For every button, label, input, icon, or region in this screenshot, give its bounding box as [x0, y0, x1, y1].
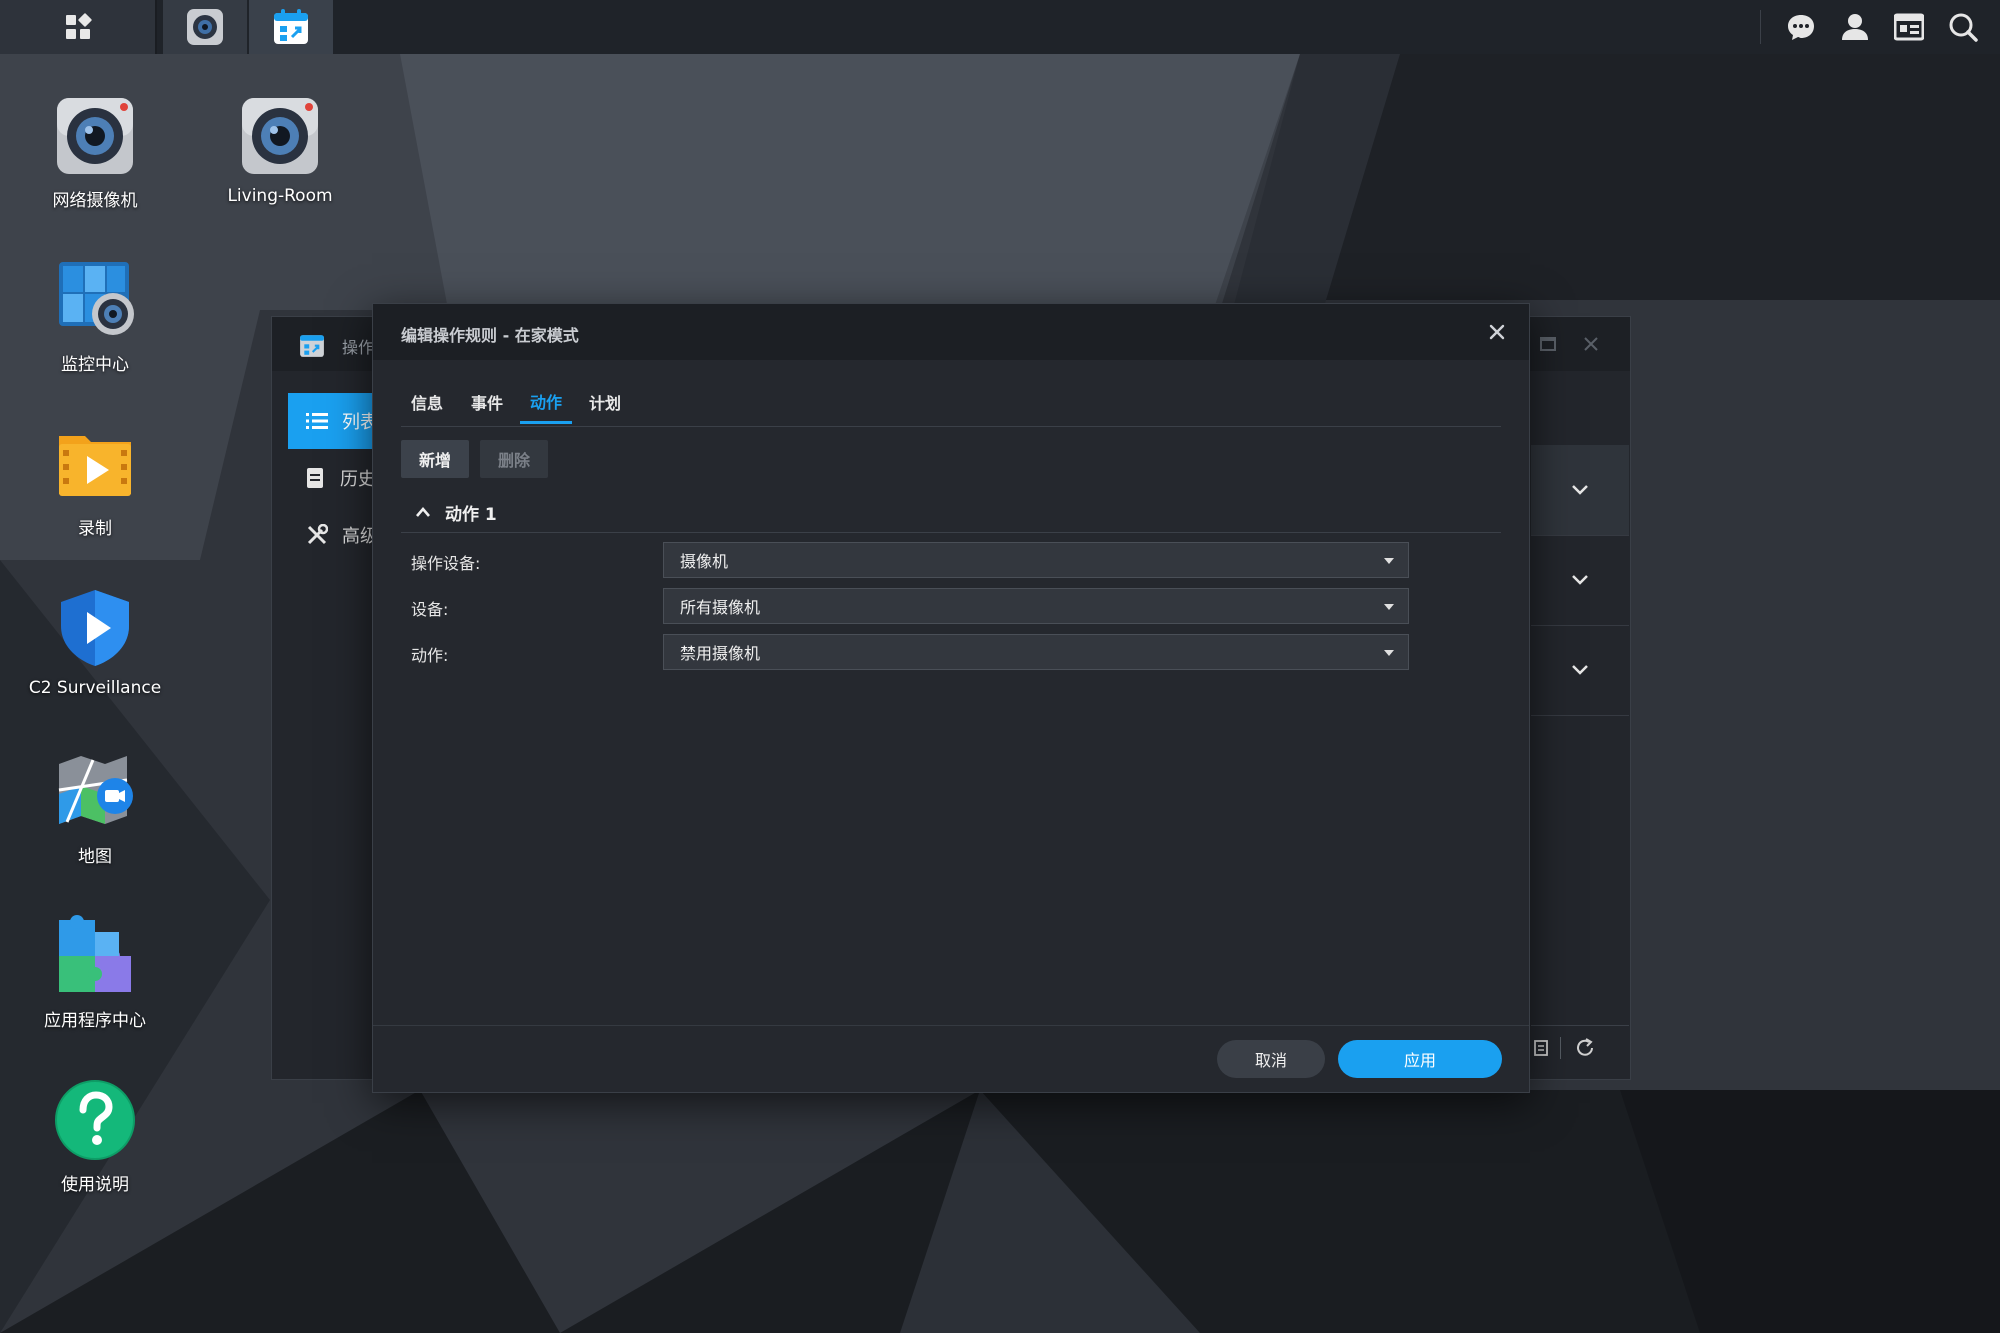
window-close-icon[interactable] — [1584, 337, 1598, 351]
chevron-down-icon — [1572, 665, 1588, 675]
taskbar — [0, 0, 2000, 54]
desktop-icon-living-room[interactable]: Living-Room — [190, 94, 370, 206]
device-value: 所有摄像机 — [680, 598, 761, 617]
camera-app-icon — [187, 9, 223, 45]
device-select[interactable]: 所有摄像机 — [663, 588, 1409, 624]
history-document-icon — [307, 468, 323, 488]
action-section-header[interactable]: 动作 1 — [401, 492, 1501, 533]
tab-schedule[interactable]: 计划 — [579, 380, 631, 424]
device-type-label: 操作设备: — [411, 554, 481, 573]
window-title: 操作 — [342, 338, 375, 357]
action-section-title: 动作 1 — [445, 504, 497, 525]
camera-icon — [238, 94, 322, 178]
sidebar-item-label: 历史 — [340, 469, 376, 490]
delete-button[interactable]: 删除 — [480, 440, 549, 478]
search-button[interactable] — [1946, 10, 1980, 44]
close-icon — [1489, 324, 1505, 340]
desktop-icon-label: C2 Surveillance — [28, 678, 162, 698]
footer-divider — [1531, 1025, 1629, 1026]
ip-camera-icon — [53, 94, 137, 178]
desktop-icon-recording[interactable]: 录制 — [5, 422, 185, 539]
action-label: 动作: — [411, 646, 449, 665]
search-icon — [1949, 13, 1978, 42]
widgets-button[interactable] — [1892, 10, 1926, 44]
add-button[interactable]: 新增 — [401, 440, 470, 478]
item-count-icon — [1534, 1040, 1548, 1056]
dialog-close-button[interactable] — [1483, 318, 1511, 346]
apply-button[interactable]: 应用 — [1338, 1040, 1502, 1078]
help-icon — [53, 1078, 137, 1162]
desktop-icon-monitor-center[interactable]: 监控中心 — [5, 258, 185, 375]
dialog-title: 编辑操作规则 - 在家模式 — [401, 326, 579, 345]
taskbar-separator — [1760, 10, 1761, 44]
action-rule-app-icon — [274, 9, 308, 44]
chevron-up-icon — [416, 507, 430, 517]
taskbar-surveillance-button[interactable] — [163, 0, 247, 54]
desktop-icon-package-center[interactable]: 应用程序中心 — [5, 914, 185, 1031]
refresh-icon[interactable] — [1574, 1037, 1596, 1059]
tab-info[interactable]: 信息 — [401, 380, 453, 424]
desktop-icon-ip-camera[interactable]: 网络摄像机 — [5, 94, 185, 211]
user-icon — [1842, 14, 1868, 40]
desktop-icon-label: 监控中心 — [61, 355, 129, 375]
desktop-icon-c2-surveillance[interactable]: C2 Surveillance — [5, 586, 185, 698]
main-menu-button[interactable] — [0, 0, 157, 54]
action-rule-app-icon — [300, 335, 324, 357]
dialog-footer: 取消 应用 — [373, 1025, 1529, 1092]
tab-event[interactable]: 事件 — [461, 380, 513, 424]
desktop-icon-label: 网络摄像机 — [52, 191, 138, 211]
chevron-down-icon — [1572, 485, 1588, 495]
tools-icon — [307, 524, 328, 545]
chat-icon — [1788, 15, 1814, 40]
chat-button[interactable] — [1784, 10, 1818, 44]
desktop-icon-label: 录制 — [78, 519, 112, 539]
widgets-icon — [1894, 13, 1924, 41]
device-type-value: 摄像机 — [680, 552, 729, 571]
rule-row[interactable] — [1531, 445, 1629, 536]
dropdown-caret-icon — [1384, 604, 1394, 610]
desktop-icon-label: 地图 — [78, 847, 112, 867]
device-type-select[interactable]: 摄像机 — [663, 542, 1409, 578]
user-button[interactable] — [1838, 10, 1872, 44]
dialog-header: 编辑操作规则 - 在家模式 — [373, 304, 1529, 360]
desktop-icon-map[interactable]: 地图 — [5, 750, 185, 867]
rule-row[interactable] — [1531, 535, 1629, 626]
recording-folder-icon — [53, 422, 137, 506]
dialog-tabs: 信息 事件 动作 计划 — [401, 380, 1501, 427]
desktop-icon-help[interactable]: 使用说明 — [5, 1078, 185, 1195]
puzzle-icon — [53, 914, 137, 998]
desktop-icon-label: Living-Room — [227, 186, 333, 206]
main-menu-icon — [65, 13, 92, 39]
map-icon — [53, 750, 137, 834]
tab-action[interactable]: 动作 — [520, 380, 573, 424]
toolbar-separator — [1560, 1037, 1561, 1059]
c2-shield-icon — [53, 586, 137, 670]
dropdown-caret-icon — [1384, 650, 1394, 656]
chevron-down-icon — [1572, 575, 1588, 585]
edit-action-rule-dialog: 编辑操作规则 - 在家模式 信息 事件 动作 计划 新增 删除 动作 1 操作设… — [372, 303, 1530, 1093]
cancel-button[interactable]: 取消 — [1217, 1040, 1325, 1078]
rule-row[interactable] — [1531, 625, 1629, 716]
maximize-icon[interactable] — [1540, 337, 1556, 351]
device-label: 设备: — [411, 600, 449, 619]
action-value: 禁用摄像机 — [680, 644, 761, 663]
list-icon — [306, 413, 328, 429]
monitor-center-icon — [53, 258, 137, 342]
taskbar-action-rule-button[interactable] — [249, 0, 333, 54]
action-select[interactable]: 禁用摄像机 — [663, 634, 1409, 670]
dropdown-caret-icon — [1384, 558, 1394, 564]
desktop-icon-label: 应用程序中心 — [44, 1011, 146, 1031]
desktop-icon-label: 使用说明 — [61, 1175, 129, 1195]
